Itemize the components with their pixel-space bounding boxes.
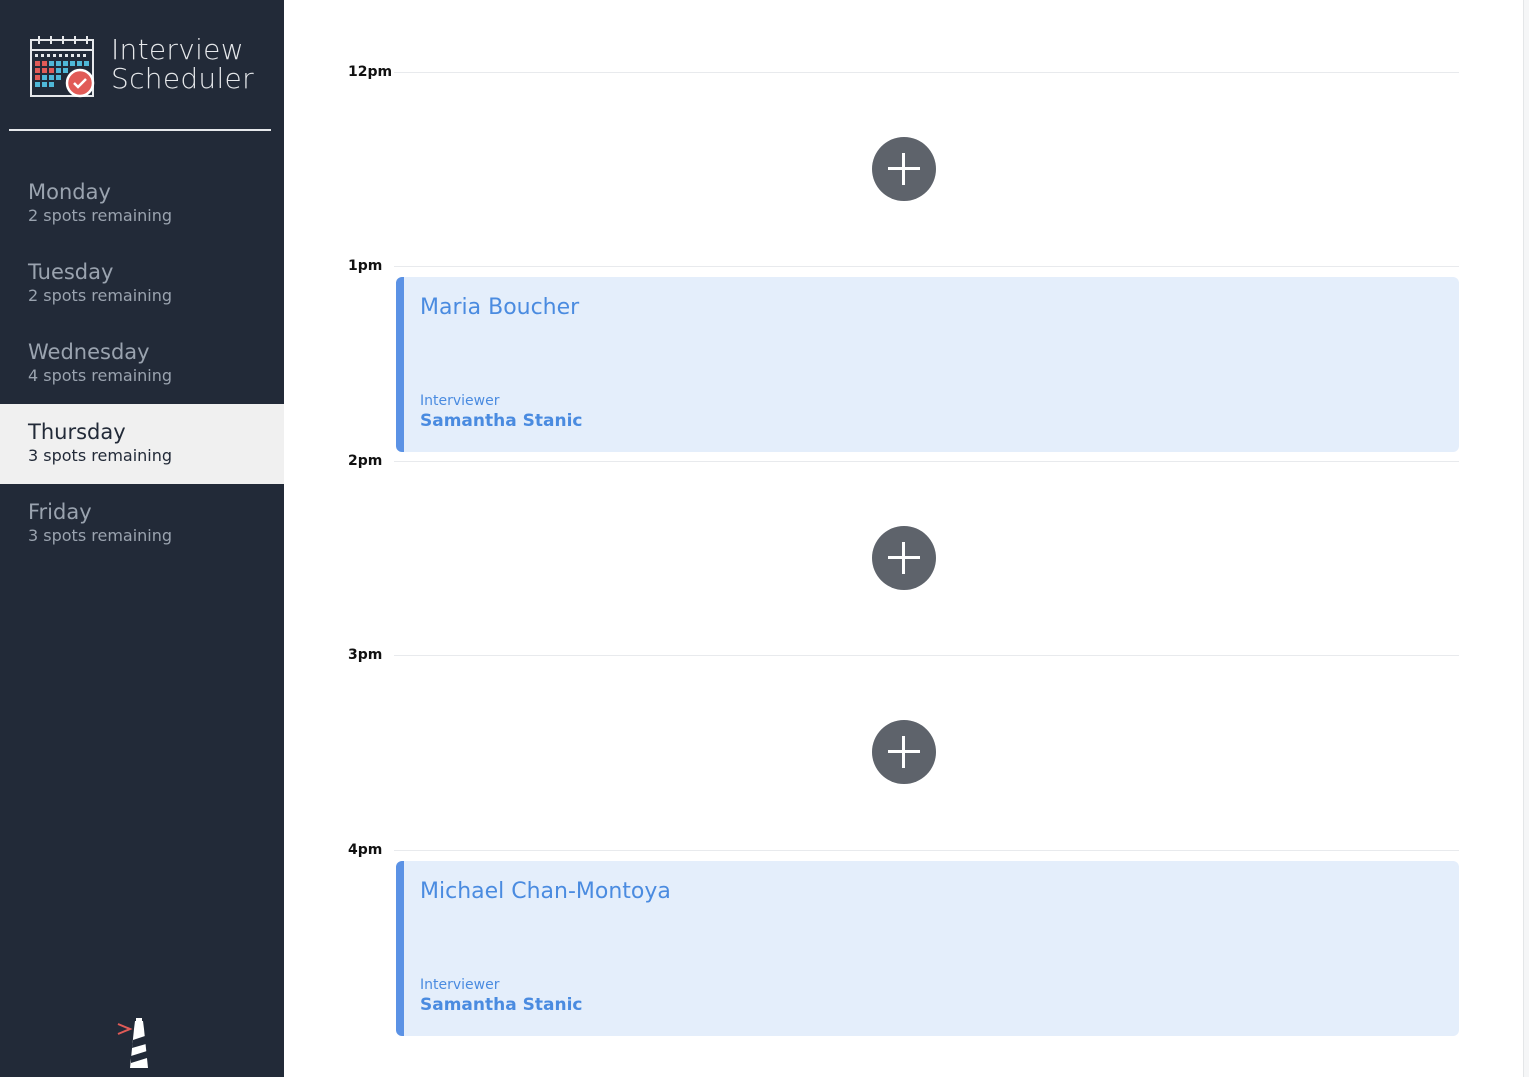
time-slot-12pm: 12pm bbox=[284, 64, 1459, 267]
slot-divider bbox=[394, 461, 1459, 462]
day-name: Tuesday bbox=[28, 260, 114, 284]
slot-time: 3pm bbox=[348, 647, 383, 663]
app-title-line1: Interview bbox=[111, 33, 244, 66]
time-slot-3pm: 3pm bbox=[284, 647, 1459, 850]
day-name: Wednesday bbox=[28, 340, 150, 364]
slot-divider bbox=[394, 72, 1459, 73]
day-item-monday[interactable]: Monday 2 spots remaining bbox=[0, 164, 284, 244]
calendar-check-icon bbox=[30, 36, 95, 98]
day-name: Friday bbox=[28, 500, 92, 524]
day-spots-remaining: 2 spots remaining bbox=[28, 286, 173, 305]
appointment-card[interactable]: Maria Boucher Interviewer Samantha Stani… bbox=[396, 277, 1459, 452]
day-item-friday[interactable]: Friday 3 spots remaining bbox=[0, 484, 284, 564]
day-name: Monday bbox=[28, 180, 111, 204]
time-slot-4pm: 4pm Michael Chan-Montoya Interviewer Sam… bbox=[284, 842, 1459, 1045]
day-spots-remaining: 2 spots remaining bbox=[28, 206, 173, 225]
interviewer-label: Interviewer bbox=[420, 977, 500, 993]
day-spots-remaining: 3 spots remaining bbox=[28, 446, 173, 465]
sidebar: Interview Scheduler Monday 2 spots remai… bbox=[0, 0, 284, 1077]
student-name: Michael Chan-Montoya bbox=[420, 879, 671, 904]
appointment-card[interactable]: Michael Chan-Montoya Interviewer Samanth… bbox=[396, 861, 1459, 1036]
day-list: Monday 2 spots remaining Tuesday 2 spots… bbox=[0, 164, 284, 564]
schedule-main: 12pm 1pm Maria Boucher Interviewer Saman… bbox=[284, 0, 1529, 1077]
add-appointment-button[interactable] bbox=[872, 526, 936, 590]
slot-time: 2pm bbox=[348, 453, 383, 469]
slot-divider bbox=[394, 655, 1459, 656]
day-item-tuesday[interactable]: Tuesday 2 spots remaining bbox=[0, 244, 284, 324]
add-appointment-button[interactable] bbox=[872, 137, 936, 201]
add-appointment-button[interactable] bbox=[872, 720, 936, 784]
interviewer-name: Samantha Stanic bbox=[420, 411, 583, 431]
lighthouse-icon bbox=[117, 1018, 148, 1068]
app-title-line2: Scheduler bbox=[111, 62, 254, 95]
interviewer-name: Samantha Stanic bbox=[420, 995, 583, 1015]
slot-time: 12pm bbox=[348, 64, 393, 80]
slot-time: 4pm bbox=[348, 842, 383, 858]
brand: Interview Scheduler bbox=[29, 34, 269, 100]
day-spots-remaining: 3 spots remaining bbox=[28, 526, 173, 545]
day-item-wednesday[interactable]: Wednesday 4 spots remaining bbox=[0, 324, 284, 404]
student-name: Maria Boucher bbox=[420, 295, 580, 320]
day-name: Thursday bbox=[28, 420, 126, 444]
time-slot-1pm: 1pm Maria Boucher Interviewer Samantha S… bbox=[284, 258, 1459, 461]
sidebar-divider bbox=[9, 129, 271, 131]
interviewer-label: Interviewer bbox=[420, 393, 500, 409]
window-edge bbox=[1523, 0, 1529, 1077]
time-slot-2pm: 2pm bbox=[284, 453, 1459, 656]
slot-divider bbox=[394, 266, 1459, 267]
slot-divider bbox=[394, 850, 1459, 851]
app-title: Interview Scheduler bbox=[111, 35, 254, 93]
day-item-thursday[interactable]: Thursday 3 spots remaining bbox=[0, 404, 284, 484]
slot-time: 1pm bbox=[348, 258, 383, 274]
day-spots-remaining: 4 spots remaining bbox=[28, 366, 173, 385]
